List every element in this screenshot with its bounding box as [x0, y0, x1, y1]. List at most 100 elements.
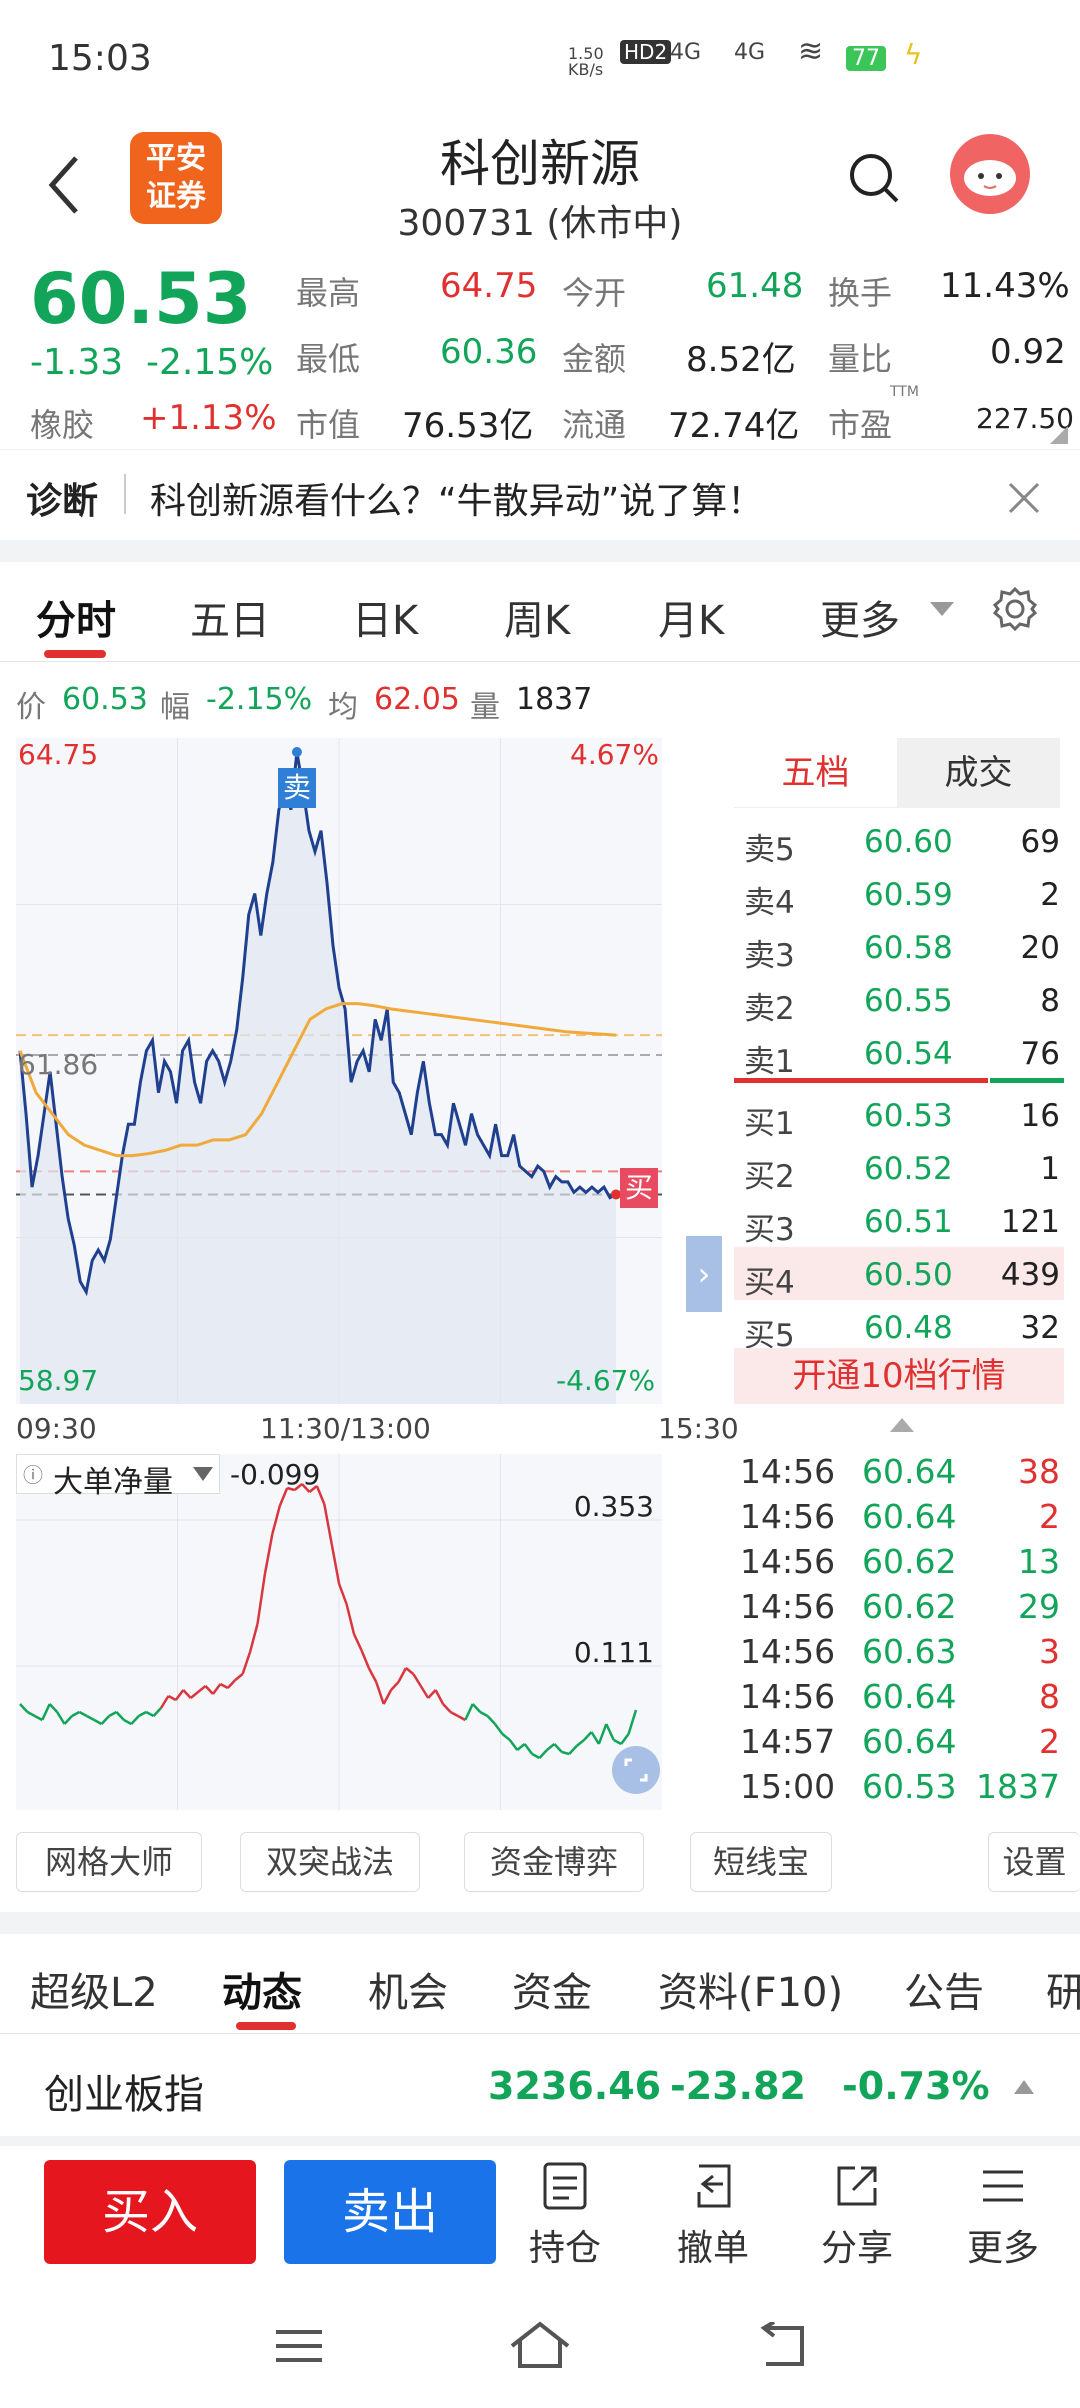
amp-label: 幅 [160, 690, 190, 725]
ask-level-label: 卖3 [744, 938, 795, 974]
tab-super-l2[interactable]: 超级L2 [30, 1960, 158, 2018]
trade-time: 14:56 [740, 1587, 836, 1626]
big-order-line-segment [427, 1689, 437, 1699]
pe-ttm-sup: TTM [890, 384, 919, 400]
trade-price: 60.53 [862, 1767, 957, 1806]
tab-trades[interactable]: 成交 [897, 738, 1060, 808]
sell-marker[interactable]: 卖 [278, 768, 316, 808]
chart-low-pct: -4.67% [556, 1364, 656, 1397]
stock-name: 科创新源 [440, 135, 640, 193]
chart-high-pct: 4.67% [570, 738, 659, 771]
big-order-line-segment [211, 1683, 222, 1695]
ask-row[interactable]: 卖5 60.60 69 [734, 814, 1064, 868]
big-order-line-segment [434, 1689, 445, 1705]
big-order-line-segment [256, 1573, 267, 1625]
big-order-indicator[interactable]: ⓘ 大单净量 -0.099 0.353 0.111 [16, 1454, 662, 1810]
gear-icon[interactable] [992, 586, 1038, 632]
close-icon[interactable] [1006, 480, 1042, 516]
tool-double-breakout[interactable]: 双突战法 [240, 1832, 420, 1892]
assistant-avatar-icon[interactable] [950, 134, 1030, 214]
low-label: 最低 [296, 340, 361, 378]
open-10-level-button[interactable]: 开通10档行情 [734, 1348, 1064, 1404]
tab-monthly-k[interactable]: 月K [658, 588, 724, 646]
trade-volume: 3 [1039, 1632, 1060, 1671]
last-price: 60.53 [30, 258, 252, 340]
stock-code-status: 300731 (休市中) [397, 203, 683, 244]
big-order-line-segment [561, 1750, 570, 1756]
bid-ask-divider [734, 1078, 988, 1083]
bid-row[interactable]: 买1 60.53 16 [734, 1088, 1064, 1142]
big-order-line-segment [182, 1689, 192, 1699]
indicator-selector[interactable]: ⓘ 大单净量 [16, 1454, 220, 1500]
indicator-tick-mid: 0.111 [573, 1636, 654, 1669]
scroll-up-icon[interactable] [890, 1418, 914, 1432]
fullscreen-icon[interactable] [612, 1746, 660, 1794]
big-order-line-segment [330, 1543, 341, 1585]
big-order-line-segment [189, 1691, 199, 1699]
tab-opportunity[interactable]: 机会 [368, 1960, 448, 2018]
x-tick-open: 09:30 [16, 1412, 97, 1445]
index-value: 3236.46 [488, 2064, 662, 2108]
share-button[interactable]: 分享 [812, 2162, 902, 2271]
diagnosis-label: 诊断 [26, 481, 99, 522]
tab-five-levels[interactable]: 五档 [734, 738, 897, 808]
big-order-line-segment [590, 1731, 600, 1745]
trade-price: 60.64 [862, 1452, 957, 1491]
ask-row[interactable]: 卖4 60.59 2 [734, 867, 1064, 921]
big-order-line-segment [19, 1703, 29, 1713]
tab-f10[interactable]: 资料(F10) [658, 1960, 843, 2018]
bid-row[interactable]: 买2 60.52 1 [734, 1141, 1064, 1195]
menu-icon[interactable] [274, 2326, 324, 2366]
tab-research[interactable]: 研 [1046, 1960, 1080, 2018]
ask-row[interactable]: 卖3 60.58 20 [734, 920, 1064, 974]
ask-volume: 8 [1040, 983, 1060, 1019]
tool-settings[interactable]: 设置 [988, 1832, 1080, 1892]
ask-row[interactable]: 卖1 60.54 76 [734, 1026, 1064, 1080]
hold-button[interactable]: 持仓 [520, 2162, 610, 2271]
tool-short-term[interactable]: 短线宝 [690, 1832, 832, 1892]
back-nav-icon[interactable] [752, 2322, 806, 2368]
tab-announcements[interactable]: 公告 [904, 1960, 984, 2018]
tab-funds[interactable]: 资金 [512, 1960, 592, 2018]
trade-volume: 1837 [976, 1767, 1060, 1806]
more-button[interactable]: 更多 [958, 2162, 1048, 2271]
big-order-line-segment [568, 1745, 578, 1755]
bid-row[interactable]: 买4 60.50 439 [734, 1247, 1064, 1301]
expand-corner-icon[interactable] [1050, 426, 1068, 444]
content-tabs: 超级L2 动态 机会 资金 资料(F10) 公告 研 [0, 1934, 1080, 2034]
tool-fund-game[interactable]: 资金博弈 [464, 1832, 644, 1892]
tab-news[interactable]: 动态 [222, 1960, 302, 2018]
float-label: 流通 [562, 406, 627, 444]
expand-up-icon[interactable] [1014, 2080, 1034, 2094]
bid-row[interactable]: 买5 60.48 32 [734, 1300, 1064, 1354]
sell-button[interactable]: 卖出 [284, 2160, 496, 2264]
buy-marker[interactable]: 买 [620, 1168, 658, 1208]
x-tick-mid: 11:30/13:00 [260, 1412, 431, 1445]
tab-daily-k[interactable]: 日K [352, 588, 418, 646]
expand-panel-chevron-icon[interactable]: › [686, 1236, 722, 1312]
tab-weekly-k[interactable]: 周K [504, 588, 570, 646]
big-order-line-segment [248, 1623, 259, 1653]
search-icon[interactable] [846, 150, 902, 206]
index-ticker[interactable]: 创业板指 3236.46 -23.82 -0.73% [0, 2036, 1080, 2136]
intraday-chart[interactable]: 64.75 4.67% 61.86 58.97 -4.67% 卖 买 [16, 738, 662, 1404]
tab-intraday[interactable]: 分时 [36, 588, 116, 646]
diagnosis-text[interactable]: 科创新源看什么？“牛散异动”说了算！ [150, 472, 763, 524]
big-order-line-segment [597, 1723, 608, 1745]
trade-volume: 2 [1039, 1722, 1060, 1761]
sector-name[interactable]: 橡胶 [30, 400, 94, 446]
high-dot [291, 747, 302, 757]
tool-grid-master[interactable]: 网格大师 [16, 1832, 202, 1892]
diagnosis-banner[interactable]: 诊断 科创新源看什么？“牛散异动”说了算！ [0, 450, 1080, 540]
tab-more[interactable]: 更多 [820, 588, 900, 646]
chevron-down-icon[interactable] [930, 602, 954, 616]
big-order-line-segment [204, 1685, 214, 1695]
bid-row[interactable]: 买3 60.51 121 [734, 1194, 1064, 1248]
cancel-order-button[interactable]: 撤单 [668, 2162, 758, 2271]
tab-5day[interactable]: 五日 [190, 588, 270, 646]
home-icon[interactable] [508, 2320, 572, 2370]
buy-button[interactable]: 买入 [44, 2160, 256, 2264]
trade-time: 14:56 [740, 1542, 836, 1581]
ask-row[interactable]: 卖2 60.55 8 [734, 973, 1064, 1027]
open-value: 61.48 [706, 266, 804, 306]
